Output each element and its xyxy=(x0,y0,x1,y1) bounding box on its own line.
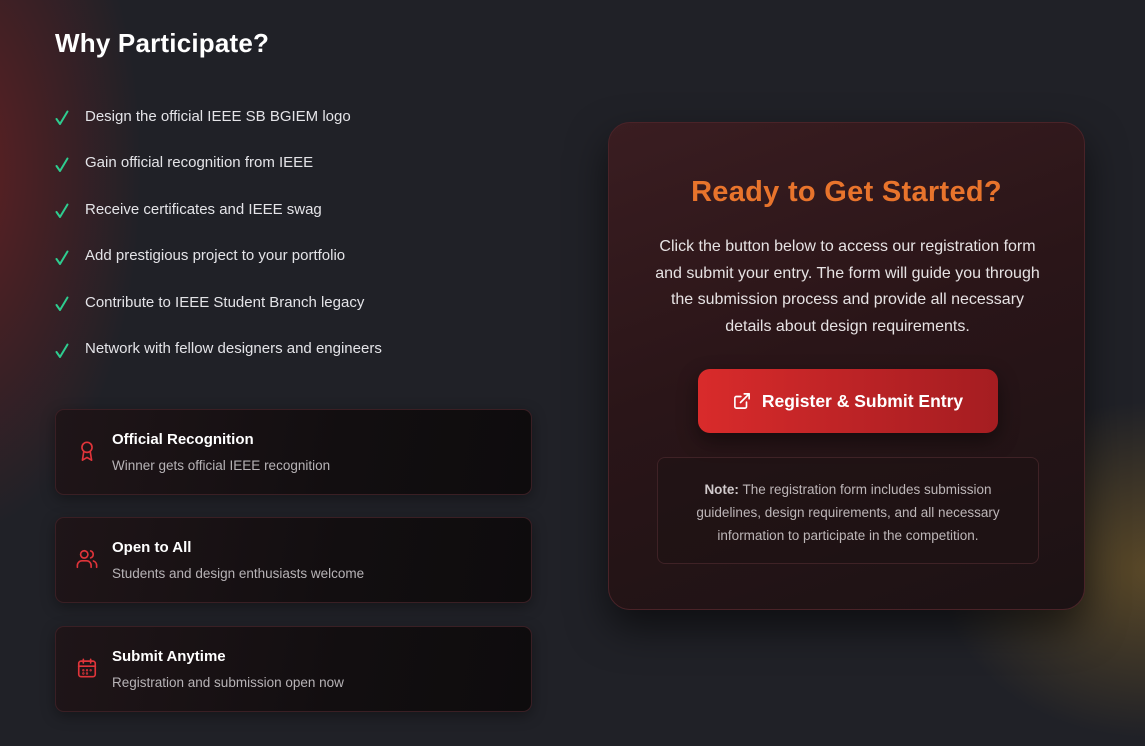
checkmark-icon xyxy=(55,343,69,358)
feature-card-recognition: Official Recognition Winner gets officia… xyxy=(55,409,532,495)
benefit-item: Design the official IEEE SB BGIEM logo xyxy=(55,104,382,128)
section-title: Why Participate? xyxy=(55,28,270,58)
card-description: Students and design enthusiasts welcome xyxy=(112,566,365,581)
registration-note: Note: The registration form includes sub… xyxy=(657,457,1039,564)
benefit-item: Network with fellow designers and engine… xyxy=(55,337,382,361)
checkmark-icon xyxy=(55,250,69,265)
checkmark-icon xyxy=(55,296,69,311)
feature-card-anytime: Submit Anytime Registration and submissi… xyxy=(55,626,532,712)
card-description: Registration and submission open now xyxy=(112,675,344,690)
external-link-icon xyxy=(733,392,751,410)
award-icon xyxy=(76,440,98,462)
benefit-text: Contribute to IEEE Student Branch legacy xyxy=(85,293,365,311)
card-title: Open to All xyxy=(112,539,192,556)
calendar-icon xyxy=(76,657,98,679)
benefit-text: Design the official IEEE SB BGIEM logo xyxy=(85,107,351,125)
benefit-item: Contribute to IEEE Student Branch legacy xyxy=(55,290,382,314)
panel-title: Ready to Get Started? xyxy=(691,176,1002,208)
card-description: Winner gets official IEEE recognition xyxy=(112,458,331,473)
benefit-item: Add prestigious project to your portfoli… xyxy=(55,244,382,268)
benefit-text: Receive certificates and IEEE swag xyxy=(85,200,322,218)
benefit-text: Add prestigious project to your portfoli… xyxy=(85,247,346,264)
checkmark-icon xyxy=(55,203,69,218)
benefit-item: Receive certificates and IEEE swag xyxy=(55,197,382,221)
benefit-item: Gain official recognition from IEEE xyxy=(55,151,382,175)
users-icon xyxy=(76,548,98,570)
register-button-label: Register & Submit Entry xyxy=(761,390,964,411)
note-text: The registration form includes submissio… xyxy=(696,482,1000,543)
card-title: Submit Anytime xyxy=(112,648,226,665)
benefit-text: Network with fellow designers and engine… xyxy=(85,340,382,357)
panel-description: Click the button below to access our reg… xyxy=(655,238,1040,335)
register-submit-button[interactable]: Register & Submit Entry xyxy=(698,369,998,433)
benefits-list: Design the official IEEE SB BGIEM logo G… xyxy=(55,104,382,383)
benefit-text: Gain official recognition from IEEE xyxy=(85,154,314,171)
card-title: Official Recognition xyxy=(112,431,254,448)
note-label: Note: xyxy=(704,482,739,497)
checkmark-icon xyxy=(55,157,69,172)
feature-card-open: Open to All Students and design enthusia… xyxy=(55,517,532,603)
checkmark-icon xyxy=(55,110,69,125)
registration-panel: Ready to Get Started? Click the button b… xyxy=(608,122,1085,610)
